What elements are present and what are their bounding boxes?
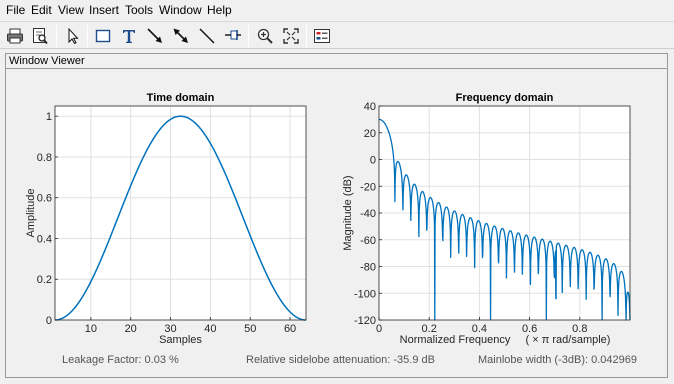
freq-x-axis-label: Normalized Frequency — [400, 334, 511, 346]
time-y-tick-label: 0.2 — [37, 274, 52, 286]
time-y-tick-label: 1 — [46, 111, 52, 123]
freq-x-tick-label: 0 — [376, 323, 382, 335]
frequency-domain-axes[interactable]: 0 0.2 0.4 0.6 0.840200-20-40-60-80-100-120 F… — [342, 92, 631, 346]
sidelobe-attenuation-text: Relative sidelobe attenuation: -35.9 dB — [246, 354, 435, 366]
time-y-axis-label: Amplitude — [25, 189, 37, 238]
freq-y-tick-label: 40 — [364, 101, 376, 113]
time-y-tick-label: 0.4 — [37, 233, 52, 245]
time-plot-area — [55, 106, 306, 320]
freq-y-tick-label: 0 — [370, 155, 376, 167]
time-y-tick-label: 0.6 — [37, 193, 52, 205]
time-x-tick-label: 40 — [204, 323, 216, 335]
time-x-tick-label: 60 — [284, 323, 296, 335]
plots-canvas: 10 20 30 40 50 6000.20.40.60.81 Time domain S… — [25, 92, 631, 346]
time-y-tick-label: 0 — [46, 315, 52, 327]
freq-y-tick-label: -40 — [360, 208, 376, 220]
freq-chart-title: Frequency domain — [456, 92, 554, 104]
time-chart-title: Time domain — [147, 92, 215, 104]
freq-y-tick-label: -120 — [354, 315, 376, 327]
time-x-tick-label: 10 — [85, 323, 97, 335]
leakage-factor-text: Leakage Factor: 0.03 % — [62, 354, 179, 366]
freq-y-tick-label: -60 — [360, 235, 376, 247]
freq-y-tick-label: -80 — [360, 262, 376, 274]
time-x-tick-label: 20 — [125, 323, 137, 335]
time-domain-axes[interactable]: 10 20 30 40 50 6000.20.40.60.81 Time domain S… — [25, 92, 307, 346]
freq-y-axis-label: Magnitude (dB) — [342, 175, 354, 250]
time-x-axis-label: Samples — [159, 334, 202, 346]
time-x-tick-label: 50 — [244, 323, 256, 335]
freq-y-tick-label: -100 — [354, 288, 376, 300]
mainlobe-width-text: Mainlobe width (-3dB): 0.042969 — [478, 354, 637, 366]
freq-y-tick-label: -20 — [360, 181, 376, 193]
time-y-tick-label: 0.8 — [37, 152, 52, 164]
freq-y-tick-label: 20 — [364, 128, 376, 140]
freq-x-axis-unit: ( × π rad/sample) — [526, 334, 611, 346]
